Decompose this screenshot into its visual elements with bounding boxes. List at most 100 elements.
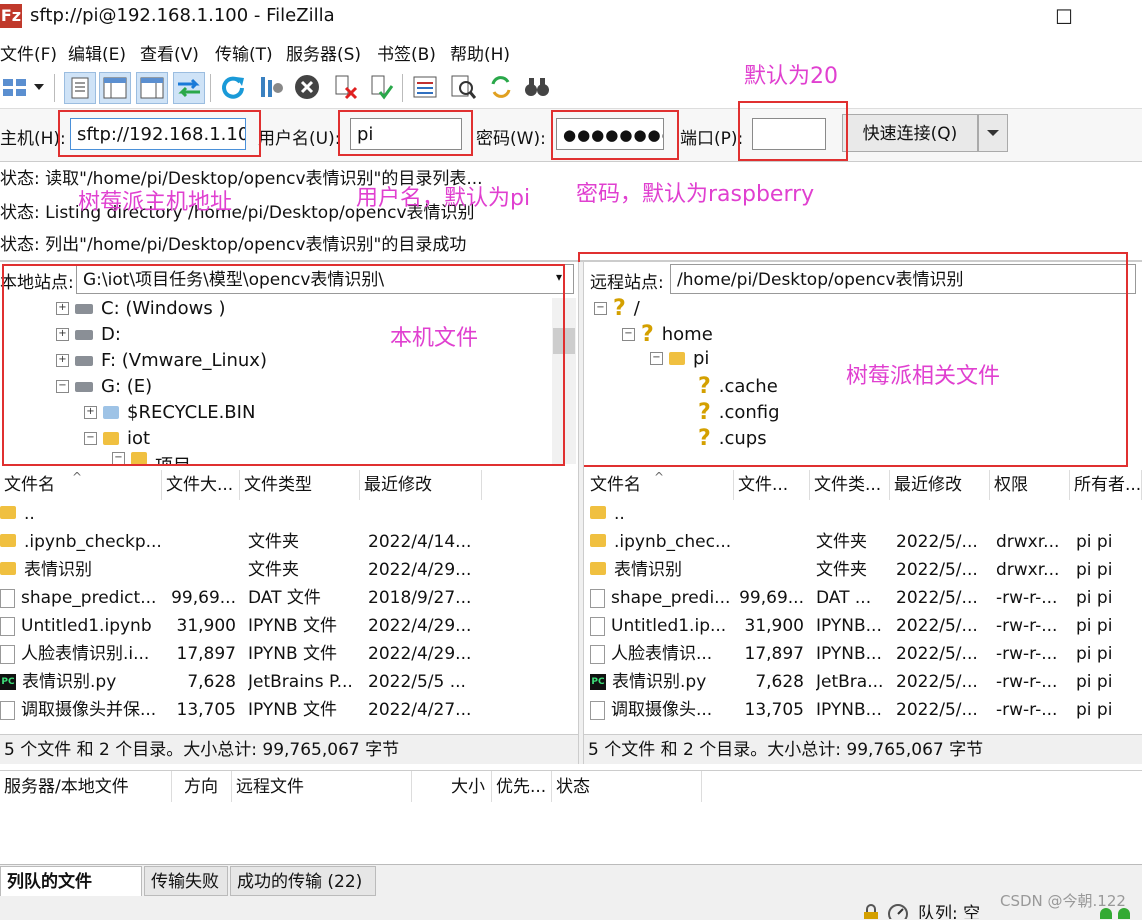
column-header-direction[interactable]: 方向 xyxy=(180,771,232,803)
column-header-permissions[interactable]: 权限 xyxy=(990,470,1070,500)
file-size-text: 13,705 xyxy=(744,700,804,720)
file-type: 文件夹 xyxy=(248,556,360,584)
file-row[interactable]: 人脸表情识别.i... 17,897 IPYNB 文件 2022/4/29... xyxy=(0,640,578,668)
disconnect-icon[interactable] xyxy=(330,72,360,102)
menu-server[interactable]: 服务器(S) xyxy=(286,40,361,65)
file-row[interactable]: PC 表情识别.py 7,628 JetBrains P... 2022/5/5 ... xyxy=(0,668,578,696)
cancel-icon[interactable] xyxy=(292,72,322,102)
column-header-type[interactable]: 文件类... xyxy=(810,470,890,500)
filezilla-logo-icon: Fz xyxy=(0,4,22,28)
column-header-size[interactable]: 大小 xyxy=(412,771,492,803)
file-owner: pi pi xyxy=(1076,528,1138,556)
file-name: shape_predict... xyxy=(0,584,162,612)
file-icon xyxy=(590,616,605,636)
tab-queued-files[interactable]: 列队的文件 xyxy=(0,866,142,896)
menu-transfer[interactable]: 传输(T) xyxy=(215,40,273,65)
toggle-transfer-queue-icon[interactable] xyxy=(173,72,205,104)
username-annotation: 用户名，默认为pi xyxy=(356,186,531,211)
file-owner-text: pi pi xyxy=(1076,616,1113,636)
toggle-remote-tree-icon[interactable] xyxy=(136,72,168,104)
file-row[interactable]: 调取摄像头... 13,705 IPYNB... 2022/5/... -rw-r-..… xyxy=(586,696,1142,724)
file-name-text: .ipynb_chec... xyxy=(614,532,732,552)
menu-view[interactable]: 查看(V) xyxy=(140,40,199,65)
file-icon xyxy=(590,588,605,608)
file-modified: 2022/5/... xyxy=(896,696,988,724)
tab-failed-transfers[interactable]: 传输失败 xyxy=(144,866,228,896)
file-modified-text: 2022/5/... xyxy=(896,616,978,636)
file-row[interactable]: 表情识别 文件夹 2022/5/... drwxr... pi pi xyxy=(586,556,1142,584)
title-bar: Fz sftp://pi@192.168.1.100 - FileZilla ☐ xyxy=(0,0,1142,36)
file-row[interactable]: .ipynb_chec... 文件夹 2022/5/... drwxr... pi pi xyxy=(586,528,1142,556)
file-name-text: .. xyxy=(614,504,625,524)
file-modified: 2022/5/5 ... xyxy=(368,668,478,696)
file-type-text: 文件夹 xyxy=(248,560,299,580)
file-row[interactable]: Untitled1.ipynb 31,900 IPYNB 文件 2022/4/29..… xyxy=(0,612,578,640)
file-row[interactable]: 表情识别 文件夹 2022/4/29... xyxy=(0,556,578,584)
file-name: 表情识别 xyxy=(0,556,162,584)
column-header-size[interactable]: 文件... xyxy=(734,470,810,500)
local-file-list: .. .ipynb_checkp... 文件夹 2022/4/14... 表情识别 文件夹… xyxy=(0,500,578,732)
file-permissions: -rw-r-... xyxy=(996,696,1068,724)
column-header-modified[interactable]: 最近修改 xyxy=(360,470,482,500)
chevron-down-icon[interactable] xyxy=(30,72,48,102)
menu-help[interactable]: 帮助(H) xyxy=(450,40,510,65)
toolbar-separator xyxy=(210,74,211,102)
file-row[interactable]: 调取摄像头并保... 13,705 IPYNB 文件 2022/4/27... xyxy=(0,696,578,724)
site-manager-icon[interactable] xyxy=(0,72,30,102)
file-name: Untitled1.ipynb xyxy=(0,612,162,640)
menu-bookmarks[interactable]: 书签(B) xyxy=(377,40,436,65)
column-header-remote-file[interactable]: 远程文件 xyxy=(232,771,412,803)
file-name-text: 调取摄像头... xyxy=(611,700,713,720)
folder-icon xyxy=(590,534,606,547)
pane-splitter[interactable] xyxy=(578,262,584,764)
column-header-status[interactable]: 状态 xyxy=(552,771,702,803)
process-queue-icon[interactable] xyxy=(256,72,286,102)
column-header-size[interactable]: 文件大... xyxy=(162,470,240,500)
file-row[interactable]: shape_predi... 99,69... DAT ... 2022/5/... -… xyxy=(586,584,1142,612)
speed-limit-icon[interactable] xyxy=(888,904,910,919)
chevron-down-icon xyxy=(987,130,999,136)
maximize-icon[interactable]: ☐ xyxy=(1044,3,1084,31)
file-type: 文件夹 xyxy=(248,528,360,556)
file-modified-text: 2022/5/... xyxy=(896,672,978,692)
file-row[interactable]: PC 表情识别.py 7,628 JetBra... 2022/5/... -rw-r-.… xyxy=(586,668,1142,696)
file-size-text: 31,900 xyxy=(176,616,236,636)
folder-icon xyxy=(0,562,16,575)
file-row[interactable]: 人脸表情识... 17,897 IPYNB... 2022/5/... -rw-r-..… xyxy=(586,640,1142,668)
file-modified-text: 2022/5/... xyxy=(896,644,978,664)
refresh-icon[interactable] xyxy=(218,72,248,102)
file-name: PC 表情识别.py xyxy=(590,668,734,696)
filename-filter-icon[interactable] xyxy=(448,72,478,102)
column-header-type[interactable]: 文件类型 xyxy=(240,470,360,500)
toggle-local-tree-icon[interactable] xyxy=(99,72,131,104)
tab-successful-transfers[interactable]: 成功的传输 (22) xyxy=(230,866,376,896)
file-row[interactable]: Untitled1.ip... 31,900 IPYNB... 2022/5/... -… xyxy=(586,612,1142,640)
reconnect-icon[interactable] xyxy=(366,72,396,102)
column-header-owner[interactable]: 所有者... xyxy=(1070,470,1142,500)
file-row[interactable]: .ipynb_checkp... 文件夹 2022/4/14... xyxy=(0,528,578,556)
sync-browsing-icon[interactable] xyxy=(486,72,516,102)
file-row[interactable]: .. xyxy=(586,500,1142,528)
file-modified-text: 2022/5/... xyxy=(896,532,978,552)
file-row[interactable]: shape_predict... 99,69... DAT 文件 2018/9/27.… xyxy=(0,584,578,612)
quickconnect-button[interactable]: 快速连接(Q) xyxy=(842,114,978,152)
remote-file-list: .. .ipynb_chec... 文件夹 2022/5/... drwxr... pi … xyxy=(586,500,1142,732)
file-size-text: 17,897 xyxy=(176,644,236,664)
toolbar-separator xyxy=(402,74,403,102)
menu-file[interactable]: 文件(F) xyxy=(0,40,57,65)
queue-status: 队列: 空 xyxy=(918,904,981,919)
file-row[interactable]: .. xyxy=(0,500,578,528)
menu-edit[interactable]: 编辑(E) xyxy=(68,40,126,65)
file-permissions: drwxr... xyxy=(996,528,1068,556)
column-header-priority[interactable]: 优先... xyxy=(492,771,552,803)
quickconnect-history-button[interactable] xyxy=(978,114,1008,152)
file-modified-text: 2022/5/... xyxy=(896,560,978,580)
file-name: 人脸表情识... xyxy=(590,640,734,668)
binoculars-icon[interactable] xyxy=(522,72,552,102)
toggle-log-icon[interactable] xyxy=(64,72,96,104)
directory-listing-filter-icon[interactable] xyxy=(410,72,440,102)
column-header-modified[interactable]: 最近修改 xyxy=(890,470,990,500)
column-header-server-local-file[interactable]: 服务器/本地文件 xyxy=(0,771,172,803)
folder-icon xyxy=(0,534,16,547)
file-permissions-text: -rw-r-... xyxy=(996,672,1058,692)
